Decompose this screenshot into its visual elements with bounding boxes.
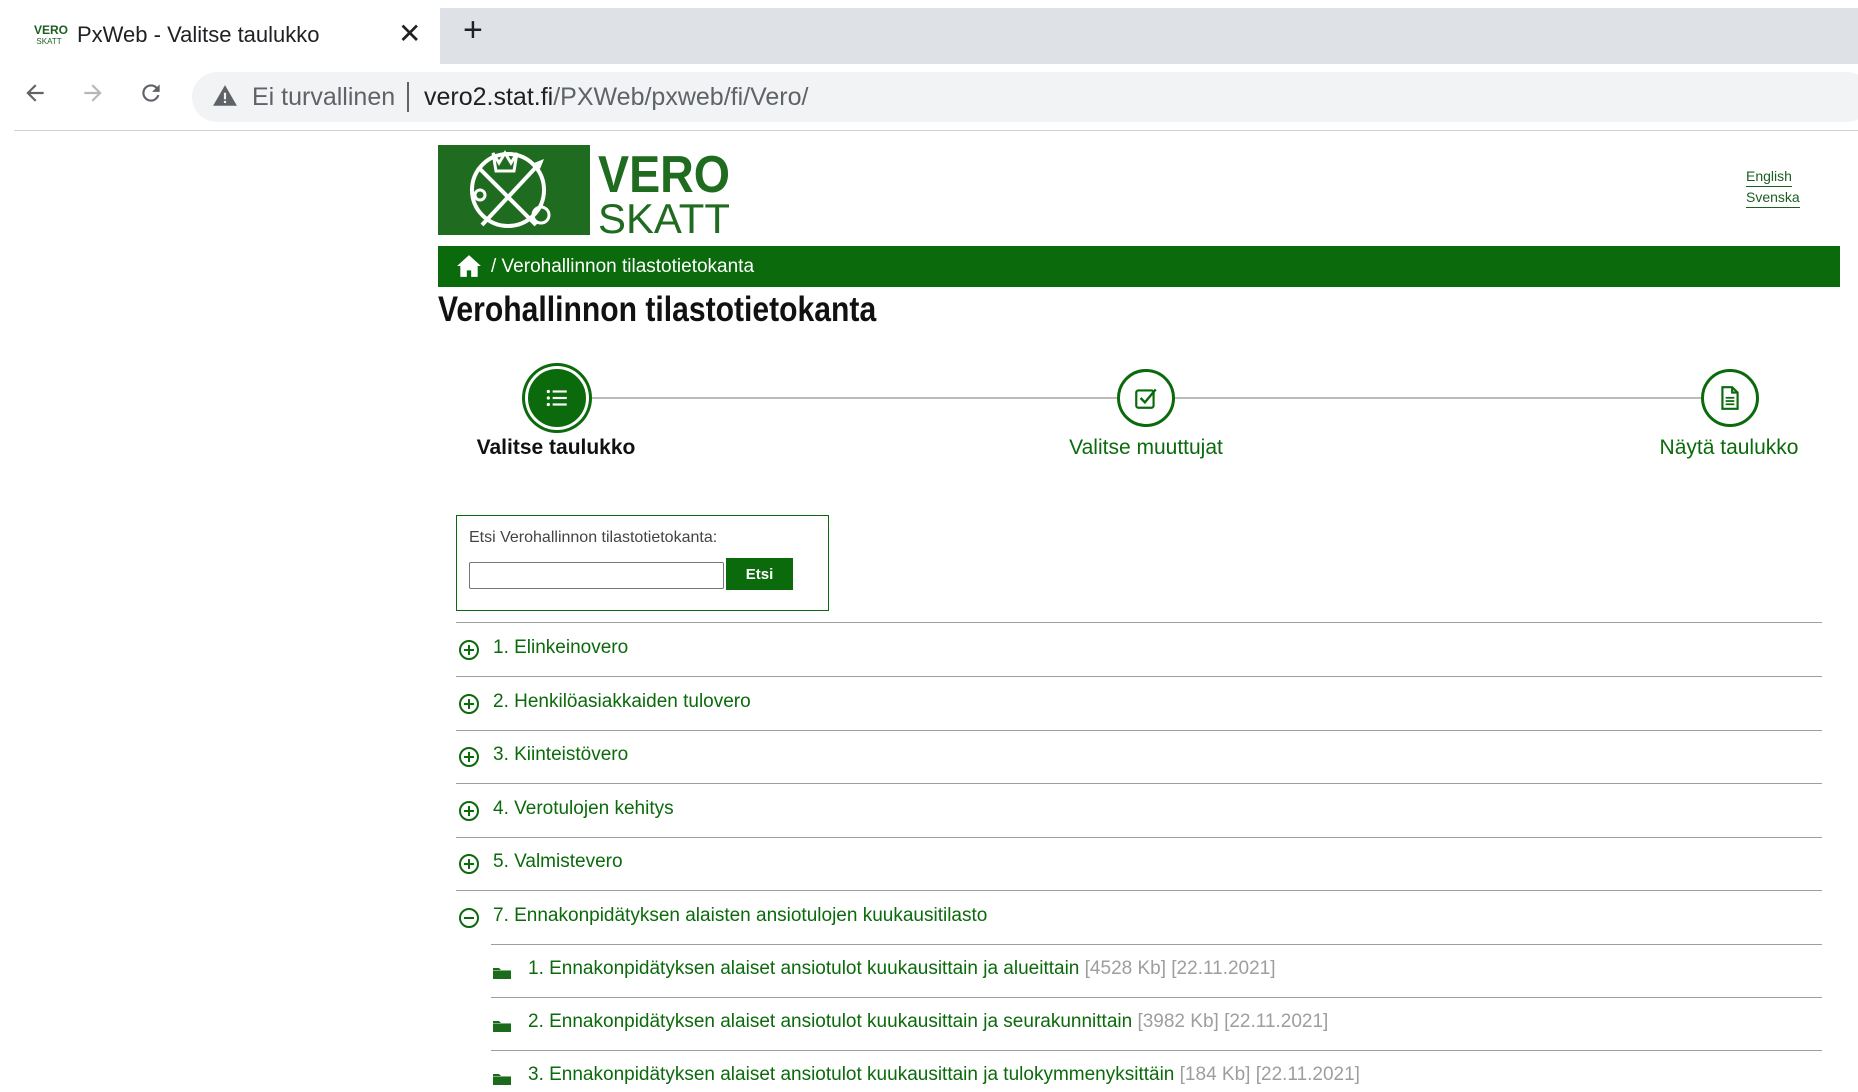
reload-icon[interactable] (138, 80, 164, 112)
tree-divider (456, 730, 1822, 731)
checkbox-icon (1135, 388, 1157, 409)
tree-item-verotulojen-kehitys[interactable]: 4. Verotulojen kehitys (456, 796, 1822, 826)
address-bar[interactable]: Ei turvallinen vero2.stat.fi/PXWeb/pxweb… (192, 72, 1858, 122)
step-show-table[interactable] (1701, 369, 1759, 427)
folder-icon (493, 968, 511, 979)
sub-item-table[interactable]: 1. Ennakonpidätyksen alaiset ansiotulot … (456, 956, 1822, 986)
language-svenska-link[interactable]: Svenska (1746, 189, 1800, 208)
logo-skatt-text: SKATT (598, 195, 730, 235)
warning-icon (213, 85, 237, 106)
step-label-show-table[interactable]: Näytä taulukko (1660, 436, 1799, 460)
tree-divider (456, 783, 1822, 784)
sub-item-table[interactable]: 2. Ennakonpidätyksen alaiset ansiotulot … (456, 1009, 1822, 1039)
expand-plus-icon[interactable] (458, 746, 480, 768)
tree-divider (491, 944, 1822, 945)
sub-item-label[interactable]: 3. Ennakonpidätyksen alaiset ansiotulot … (528, 1064, 1360, 1086)
search-label: Etsi Verohallinnon tilastotietokanta: (469, 529, 718, 546)
breadcrumb-current[interactable]: / Verohallinnon tilastotietokanta (491, 256, 754, 278)
list-icon (546, 389, 567, 407)
language-english-link[interactable]: English (1746, 168, 1792, 187)
tree-item-label[interactable]: 2. Henkilöasiakkaiden tulovero (493, 691, 751, 713)
security-status[interactable]: Ei turvallinen (252, 83, 395, 112)
search-button[interactable]: Etsi (726, 558, 793, 590)
search-input[interactable] (469, 562, 724, 589)
tree-divider (456, 837, 1822, 838)
tree-item-henkiloasiakkaiden-tulovero[interactable]: 2. Henkilöasiakkaiden tulovero (456, 689, 1822, 719)
expand-plus-icon[interactable] (458, 800, 480, 822)
document-icon (1721, 386, 1739, 410)
tabstrip-background (440, 8, 1858, 64)
browser-tabstrip: VERO SKATT PxWeb - Valitse taulukko ✕ + (0, 0, 1858, 64)
back-arrow-icon[interactable] (22, 80, 48, 112)
vero-favicon-icon: VERO SKATT (34, 23, 69, 46)
sub-item-label[interactable]: 2. Ennakonpidätyksen alaiset ansiotulot … (528, 1011, 1328, 1033)
chrome-divider (14, 130, 1858, 131)
home-icon[interactable] (456, 254, 482, 278)
browser-tab[interactable]: VERO SKATT PxWeb - Valitse taulukko ✕ (0, 8, 440, 64)
tab-close-icon[interactable]: ✕ (398, 20, 421, 48)
expand-plus-icon[interactable] (458, 639, 480, 661)
tree-item-valmistevero[interactable]: 5. Valmistevero (456, 849, 1822, 879)
sub-item-label[interactable]: 1. Ennakonpidätyksen alaiset ansiotulot … (528, 958, 1276, 980)
tree-item-label[interactable]: 3. Kiinteistövero (493, 744, 628, 766)
new-tab-button[interactable]: + (463, 13, 483, 47)
breadcrumb: / Verohallinnon tilastotietokanta (438, 246, 1840, 287)
tree-divider (456, 622, 1822, 623)
omnibox-separator (407, 82, 409, 112)
collapse-minus-icon[interactable] (458, 907, 480, 929)
search-panel: Etsi Verohallinnon tilastotietokanta: Et… (456, 515, 829, 611)
sub-item-table[interactable]: 3. Ennakonpidätyksen alaiset ansiotulot … (456, 1062, 1822, 1092)
tree-item-ennakonpidatys[interactable]: 7. Ennakonpidätyksen alaisten ansiotuloj… (456, 903, 1822, 933)
tree-item-label[interactable]: 1. Elinkeinovero (493, 637, 628, 659)
tree-item-label[interactable]: 7. Ennakonpidätyksen alaisten ansiotuloj… (493, 905, 987, 927)
tab-title: PxWeb - Valitse taulukko (77, 22, 320, 47)
step-select-table[interactable] (528, 369, 586, 427)
step-select-variables[interactable] (1117, 369, 1175, 427)
browser-toolbar: Ei turvallinen vero2.stat.fi/PXWeb/pxweb… (0, 64, 1858, 130)
tree-item-kiinteistovero[interactable]: 3. Kiinteistövero (456, 742, 1822, 772)
tree-divider (491, 997, 1822, 998)
vero-skatt-logo[interactable]: VERO SKATT (438, 145, 733, 235)
tree-divider (456, 890, 1822, 891)
folder-icon (493, 1074, 511, 1085)
url-path: /PXWeb/pxweb/fi/Vero/ (553, 83, 809, 111)
tree-divider (456, 676, 1822, 677)
page-title: Verohallinnon tilastotietokanta (438, 290, 877, 329)
tree-divider (491, 1050, 1822, 1051)
url-host: vero2.stat.fi (424, 83, 554, 111)
expand-plus-icon[interactable] (458, 853, 480, 875)
forward-arrow-icon[interactable] (80, 80, 106, 112)
expand-plus-icon[interactable] (458, 693, 480, 715)
step-label-select-table[interactable]: Valitse taulukko (477, 436, 636, 460)
tree-item-label[interactable]: 5. Valmistevero (493, 851, 623, 873)
url-text[interactable]: vero2.stat.fi/PXWeb/pxweb/fi/Vero/ (424, 83, 808, 112)
step-label-select-variables[interactable]: Valitse muuttujat (1069, 436, 1223, 460)
tree-item-elinkeinovero[interactable]: 1. Elinkeinovero (456, 635, 1822, 665)
folder-icon (493, 1021, 511, 1032)
tree-item-label[interactable]: 4. Verotulojen kehitys (493, 798, 674, 820)
